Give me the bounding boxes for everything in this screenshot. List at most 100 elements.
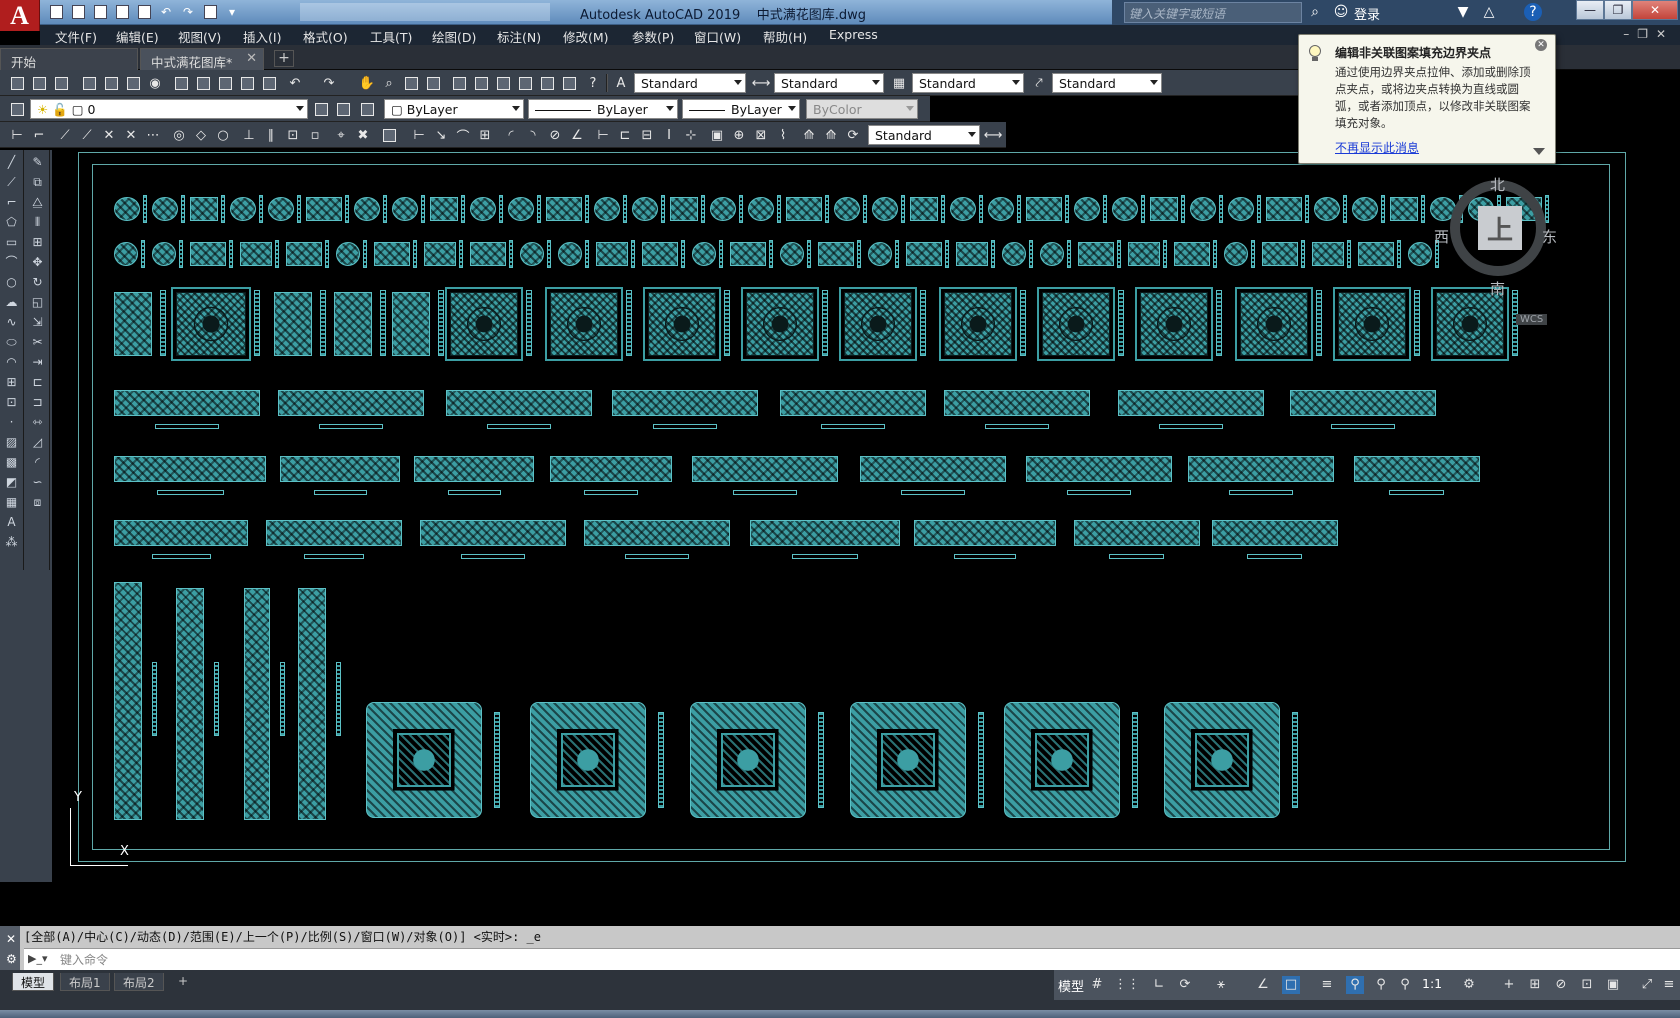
lineweight-select[interactable]: ByLayer	[682, 99, 800, 119]
snap-tangent-icon[interactable]: ○	[214, 126, 232, 144]
menu-parametric[interactable]: 参数(P)	[632, 27, 674, 46]
publish-icon[interactable]	[124, 74, 142, 92]
ellipse-icon[interactable]: ⬭	[3, 334, 20, 351]
fillet-icon[interactable]: ◜	[29, 454, 46, 471]
region-icon[interactable]: ◩	[3, 474, 20, 491]
explode-icon[interactable]: ⧈	[29, 494, 46, 511]
qnew-icon[interactable]	[8, 74, 26, 92]
tool-palettes-icon[interactable]	[494, 74, 512, 92]
layer-properties-icon[interactable]	[8, 100, 26, 118]
dim-style-select-2[interactable]: Standard	[868, 125, 980, 145]
snap-mode-icon[interactable]: ⋮⋮	[1114, 976, 1140, 994]
snap-midpoint-icon[interactable]: ⟋	[78, 126, 96, 144]
menu-draw[interactable]: 绘图(D)	[432, 27, 476, 46]
osnap-tracking-icon[interactable]: ⚹	[1212, 976, 1230, 994]
dim-baseline-icon[interactable]: ⊏	[616, 126, 634, 144]
make-block-icon[interactable]: ⊡	[3, 394, 20, 411]
annotation-scale-value[interactable]: 1:1	[1422, 976, 1442, 991]
command-line-grip[interactable]: ✕ ⚙	[0, 926, 20, 970]
add-selected-icon[interactable]: ⁂	[3, 534, 20, 551]
gradient-icon[interactable]: ▩	[3, 454, 20, 471]
new-tab-button[interactable]: +	[274, 50, 294, 67]
dim-radius-icon[interactable]: ◜	[502, 126, 520, 144]
array-icon[interactable]: ⊞	[29, 234, 46, 251]
viewcube-wcs-menu[interactable]: WCS	[1516, 314, 1548, 325]
construction-line-icon[interactable]: ⟋	[3, 174, 20, 191]
color-select[interactable]: ▢ ByLayer	[384, 99, 524, 119]
jogged-linear-icon[interactable]: ⌇	[774, 126, 792, 144]
annotation-scale-icon[interactable]: ⚲	[1396, 976, 1414, 994]
zoom-window-icon[interactable]	[402, 74, 420, 92]
dim-style-manager-icon[interactable]: ⟷	[984, 126, 1003, 144]
application-menu-button[interactable]: A	[0, 0, 40, 31]
annotation-monitor-icon[interactable]: +	[1500, 976, 1518, 994]
copy-object-icon[interactable]: ⧉	[29, 174, 46, 191]
viewcube-east[interactable]: 东	[1542, 226, 1557, 247]
tab-drawing[interactable]: 中式满花图库* ✕	[140, 48, 264, 70]
menu-modify[interactable]: 修改(M)	[563, 27, 609, 46]
dim-break-icon[interactable]: ⊹	[682, 126, 700, 144]
units-icon[interactable]: ⊞	[1526, 976, 1544, 994]
menu-insert[interactable]: 插入(I)	[243, 27, 281, 46]
dim-ordinate-icon[interactable]: ⊞	[476, 126, 494, 144]
blend-curves-icon[interactable]: ∽	[29, 474, 46, 491]
menu-view[interactable]: 视图(V)	[178, 27, 221, 46]
layout-tab-model[interactable]: 模型	[12, 973, 55, 991]
break-icon[interactable]: ⊐	[29, 394, 46, 411]
dim-aligned-icon[interactable]: ↘	[432, 126, 450, 144]
snap-node-icon[interactable]: ▫	[306, 126, 324, 144]
dim-edit-icon[interactable]: ⟰	[800, 126, 818, 144]
move-icon[interactable]: ✥	[29, 254, 46, 271]
layer-select[interactable]: ☀ 🔓 ▢ 0	[30, 99, 308, 119]
open-icon[interactable]	[30, 74, 48, 92]
aligned-dim-icon[interactable]: ⌐	[30, 126, 48, 144]
markup-icon[interactable]	[538, 74, 556, 92]
mirror-icon[interactable]: ⧋	[29, 194, 46, 211]
help-icon[interactable]: ?	[1524, 3, 1542, 21]
restore-button[interactable]: ❐	[1604, 0, 1632, 20]
close-button[interactable]: ✕	[1632, 0, 1678, 20]
cut-icon[interactable]	[172, 74, 190, 92]
menu-help[interactable]: 帮助(H)	[763, 27, 807, 46]
dim-linear-icon[interactable]: ⊢	[410, 126, 428, 144]
clean-screen-icon[interactable]: ▣	[1604, 976, 1622, 994]
ellipse-arc-icon[interactable]: ◠	[3, 354, 20, 371]
polyline-icon[interactable]: ⌐	[3, 194, 20, 211]
object-snap-icon[interactable]: □	[1282, 976, 1300, 994]
dim-style-icon[interactable]: ⟷	[752, 74, 771, 92]
dim-style-select[interactable]: Standard	[774, 73, 884, 93]
notification-expand-icon[interactable]	[1533, 148, 1545, 155]
login-button[interactable]: 登录	[1354, 4, 1380, 23]
hatch-icon[interactable]: ▨	[3, 434, 20, 451]
text-style-icon[interactable]: A	[612, 74, 630, 92]
object-snap-settings-icon[interactable]	[380, 126, 398, 144]
snap-endpoint-icon[interactable]: ⟋	[56, 126, 74, 144]
tab-close-icon[interactable]: ✕	[246, 51, 257, 66]
table-style-icon[interactable]: ▦	[890, 74, 908, 92]
paste-icon[interactable]	[216, 74, 234, 92]
viewcube[interactable]: 上 北 南 东 西 WCS	[1434, 164, 1557, 325]
close-command-icon[interactable]: ✕	[6, 932, 16, 946]
layout-tab-1[interactable]: 布局1	[60, 973, 110, 991]
grid-icon[interactable]: #	[1088, 976, 1106, 994]
dim-jogged-icon[interactable]: ◝	[524, 126, 542, 144]
qat-dropdown-icon[interactable]: ▾	[222, 2, 242, 22]
match-properties-icon[interactable]	[238, 74, 256, 92]
table-icon[interactable]: ▦	[3, 494, 20, 511]
drawing-canvas[interactable]: Y X 上 北 南 东 西 WCS	[52, 150, 1680, 882]
spline-icon[interactable]: ∿	[3, 314, 20, 331]
snap-apparent-icon[interactable]: ✕	[122, 126, 140, 144]
viewcube-north[interactable]: 北	[1490, 174, 1505, 195]
chamfer-icon[interactable]: ◿	[29, 434, 46, 451]
print-icon[interactable]	[200, 2, 220, 22]
viewcube-west[interactable]: 西	[1434, 226, 1449, 247]
menu-dimension[interactable]: 标注(N)	[497, 27, 541, 46]
dim-angular-icon[interactable]: ∠	[568, 126, 586, 144]
dim-diameter-icon[interactable]: ⊘	[546, 126, 564, 144]
preview-icon[interactable]	[102, 74, 120, 92]
revcloud-icon[interactable]: ☁	[3, 294, 20, 311]
snap-insert-icon[interactable]: ⊡	[284, 126, 302, 144]
plot-icon[interactable]	[134, 2, 154, 22]
linetype-select[interactable]: ByLayer	[528, 99, 678, 119]
snap-parallel-icon[interactable]: ∥	[262, 126, 280, 144]
